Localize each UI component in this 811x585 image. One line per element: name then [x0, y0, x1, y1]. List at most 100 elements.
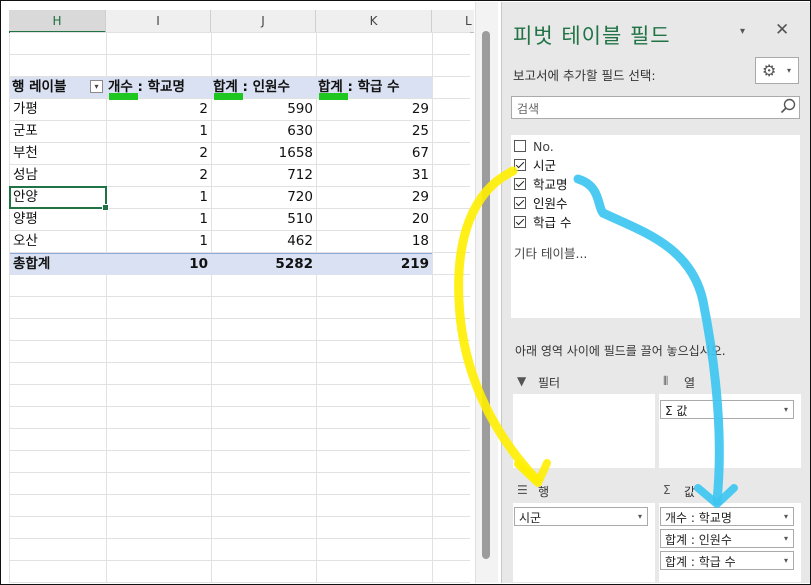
field-label: 인원수	[533, 196, 568, 211]
grid-row-line	[10, 450, 470, 451]
classes-cell[interactable]: 18	[316, 231, 432, 252]
field-layout-settings-button[interactable]: ⚙ ▾	[755, 57, 799, 84]
pivot-table-fields-pane: 피벗 테이블 필드 ▾ ✕ 보고서에 추가할 필드 선택: ⚙ ▾ No.시군학…	[501, 2, 810, 583]
row-label-cell[interactable]: 군포	[10, 121, 106, 142]
classes-cell[interactable]: 31	[316, 165, 432, 186]
grid-row-line	[10, 538, 470, 539]
values-item-sum-classes[interactable]: 합계 : 학급 수 ▾	[660, 551, 794, 570]
field-search-box[interactable]	[511, 96, 800, 119]
column-header-k[interactable]: K	[316, 10, 432, 33]
grid-column-line	[432, 33, 433, 583]
grid-row-line	[10, 296, 470, 297]
field-checkbox[interactable]	[514, 140, 526, 152]
count-cell[interactable]: 1	[106, 231, 211, 252]
students-cell[interactable]: 630	[211, 121, 316, 142]
classes-cell[interactable]: 67	[316, 143, 432, 164]
filters-area: ▼ 필터	[513, 373, 655, 473]
grid-row-line	[10, 494, 470, 495]
chevron-down-icon[interactable]: ▾	[784, 512, 788, 521]
field-checkbox[interactable]	[514, 159, 526, 171]
values-item-sum-students[interactable]: 합계 : 인원수 ▾	[660, 529, 794, 548]
values-item-count-school[interactable]: 개수 : 학교명 ▾	[660, 507, 794, 526]
header-count-school-name: 개수 : 학교명	[108, 79, 185, 95]
grid-row-line	[10, 582, 470, 583]
count-cell[interactable]: 1	[106, 187, 211, 208]
values-area-title: 값	[684, 485, 696, 499]
grid-row-line	[10, 32, 470, 33]
students-cell[interactable]: 462	[211, 231, 316, 252]
classes-cell[interactable]: 29	[316, 187, 432, 208]
column-header-i[interactable]: I	[106, 10, 211, 33]
pane-options-chevron-icon[interactable]: ▾	[740, 26, 745, 37]
values-drop-zone[interactable]: 개수 : 학교명 ▾ 합계 : 인원수 ▾ 합계 : 학급 수 ▾	[659, 503, 801, 582]
column-header-j[interactable]: J	[211, 10, 316, 33]
students-cell[interactable]: 1658	[211, 143, 316, 164]
grid-row-line	[10, 318, 470, 319]
rows-drop-zone[interactable]: 시군 ▾	[513, 503, 655, 582]
filters-drop-zone[interactable]	[513, 394, 655, 468]
columns-area-title: 열	[684, 376, 696, 390]
close-icon[interactable]: ✕	[775, 20, 789, 40]
column-header-l[interactable]: L	[432, 10, 474, 33]
column-header-h[interactable]: H	[9, 10, 106, 33]
filters-area-header: ▼ 필터	[513, 373, 655, 391]
gear-icon: ⚙	[762, 61, 777, 80]
field-checkbox[interactable]	[514, 216, 526, 228]
values-area-header: Σ 값	[659, 482, 801, 500]
search-icon[interactable]	[780, 98, 796, 114]
chevron-down-icon[interactable]: ▾	[784, 405, 788, 414]
values-item-label: 합계 : 학급 수	[665, 555, 736, 569]
students-cell[interactable]: 590	[211, 99, 316, 120]
active-cell-cursor[interactable]	[9, 186, 109, 211]
columns-item-values[interactable]: Σ 값 ▾	[660, 400, 794, 419]
pivot-row: 군포 1 630 25	[10, 121, 432, 142]
vertical-scrollbar-thumb[interactable]	[482, 31, 490, 559]
students-cell[interactable]: 712	[211, 165, 316, 186]
total-count: 10	[189, 256, 208, 272]
classes-cell[interactable]: 29	[316, 99, 432, 120]
count-cell[interactable]: 1	[106, 209, 211, 230]
count-cell[interactable]: 2	[106, 99, 211, 120]
sigma-icon: Σ	[663, 483, 671, 497]
rows-area-header: ☰ 행	[513, 482, 655, 500]
count-cell[interactable]: 2	[106, 165, 211, 186]
columns-area: ⦀ 열 Σ 값 ▾	[659, 373, 801, 473]
row-label-cell[interactable]: 오산	[10, 231, 106, 252]
spreadsheet-grid[interactable]: H I J K L 행 레이블 ▾ 개수 : 학교명 합계 : 인원수 합계 :…	[2, 2, 474, 583]
rows-item-sigun[interactable]: 시군 ▾	[514, 507, 648, 526]
more-tables-link[interactable]: 기타 테이블...	[514, 243, 587, 262]
classes-cell[interactable]: 20	[316, 209, 432, 230]
chevron-down-icon[interactable]: ▾	[784, 534, 788, 543]
count-cell[interactable]: 1	[106, 121, 211, 142]
field-checkbox[interactable]	[514, 178, 526, 190]
students-cell[interactable]: 720	[211, 187, 316, 208]
grid-row-line	[10, 406, 470, 407]
classes-cell[interactable]: 25	[316, 121, 432, 142]
pivot-total-row: 총합계 10 5282 219	[10, 253, 432, 275]
values-item-label: 개수 : 학교명	[665, 511, 732, 525]
pivot-row: 성남 2 712 31	[10, 165, 432, 186]
filters-area-title: 필터	[538, 376, 561, 390]
choose-fields-label: 보고서에 추가할 필드 선택:	[513, 68, 656, 83]
total-students: 5282	[275, 256, 313, 272]
field-label: 학급 수	[533, 215, 572, 230]
row-label-cell[interactable]: 양평	[10, 209, 106, 230]
filter-dropdown-icon[interactable]: ▾	[90, 80, 103, 93]
values-item-label: 합계 : 인원수	[665, 533, 732, 547]
row-label-cell[interactable]: 부천	[10, 143, 106, 164]
field-label: 시군	[533, 158, 557, 173]
field-search-input[interactable]	[515, 99, 779, 118]
row-label-cell[interactable]: 가평	[10, 99, 106, 120]
pivot-row: 부천 2 1658 67	[10, 143, 432, 164]
count-cell[interactable]: 2	[106, 143, 211, 164]
pivot-row: 오산 1 462 18	[10, 231, 432, 252]
chevron-down-icon[interactable]: ▾	[784, 556, 788, 565]
columns-drop-zone[interactable]: Σ 값 ▾	[659, 394, 801, 468]
chevron-down-icon[interactable]: ▾	[638, 512, 642, 521]
row-label-cell[interactable]: 성남	[10, 165, 106, 186]
field-checkbox[interactable]	[514, 197, 526, 209]
field-list: No. 시군 학교명 인원수 학급 수 기타 테이블...	[511, 135, 800, 318]
filter-icon: ▼	[517, 374, 527, 388]
students-cell[interactable]: 510	[211, 209, 316, 230]
grid-row-line	[10, 428, 470, 429]
